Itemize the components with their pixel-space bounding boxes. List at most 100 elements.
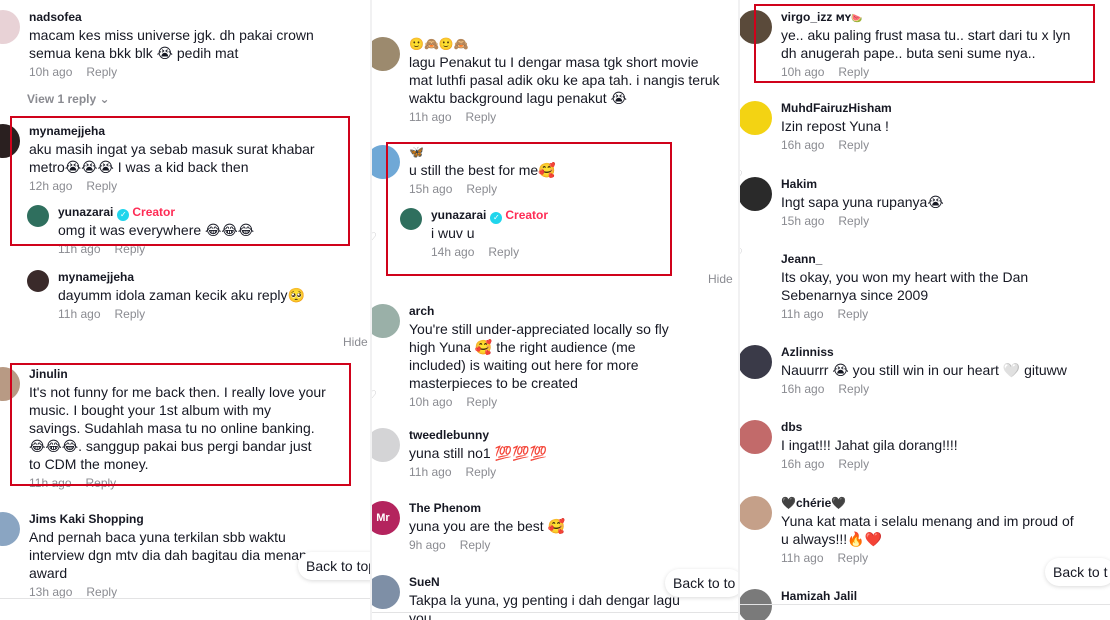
comment-username[interactable]: 🖤chérie🖤 [781,496,1078,512]
reply-button[interactable]: Reply [86,65,117,79]
avatar[interactable] [372,37,400,71]
like-icon[interactable]: ♡ [372,230,377,244]
divider [372,612,738,613]
reply-button[interactable]: Reply [466,110,497,124]
comment-item: 🙂🙈🙂🙈 lagu Penakut tu I dengar masa tgk s… [372,37,722,125]
comment-username[interactable]: tweedlebunny [409,428,696,444]
avatar[interactable] [372,428,400,462]
verified-badge-icon: ✓ [490,212,503,224]
comment-text: Ingt sapa yuna rupanya😭 [781,194,944,210]
reply-button[interactable]: Reply [115,307,146,321]
reply-username[interactable]: yunazarai [431,208,486,222]
comment-username[interactable]: nadsofea [29,10,326,26]
avatar[interactable] [740,177,772,211]
reply-username[interactable]: yunazarai [58,205,113,219]
avatar-initials: Mr [376,512,390,524]
comment-username[interactable]: 🦋 [409,145,696,161]
reply-button[interactable]: Reply [838,457,869,471]
hide-replies-button[interactable]: Hide [708,272,733,286]
avatar[interactable] [740,496,772,530]
avatar[interactable] [400,208,422,230]
avatar[interactable] [740,252,772,286]
avatar[interactable] [27,270,49,292]
reply-button[interactable]: Reply [466,395,497,409]
comment-time: 15h ago [409,182,453,196]
comment-item: Azlinniss Nauurrr 😭 you still win in our… [740,345,1078,397]
reply-button[interactable]: Reply [86,179,117,193]
comment-username[interactable]: The Phenom [409,501,696,517]
reply-button[interactable]: Reply [460,538,491,552]
comment-item: Mr The Phenom yuna you are the best 🥰 9h… [372,501,696,553]
avatar[interactable] [372,145,400,179]
reply-button[interactable]: Reply [466,182,497,196]
reply-text: i wuv u [431,225,475,241]
comment-item: 🦋 u still the best for me🥰 15h ago Reply [372,145,696,197]
reply-button[interactable]: Reply [838,551,869,565]
back-to-top-button[interactable]: Back to to [665,569,738,597]
avatar[interactable] [0,10,20,44]
comment-time: 11h ago [409,465,452,479]
comment-time: 11h ago [58,307,101,321]
comment-item: 🖤chérie🖤 Yuna kat mata i selalu menang a… [740,496,1078,566]
reply-username[interactable]: mynamejjeha [58,270,347,286]
reply-button[interactable]: Reply [488,245,519,259]
reply-button[interactable]: Reply [86,585,117,599]
reply-button[interactable]: Reply [86,476,117,490]
avatar[interactable]: Mr [372,501,400,535]
comment-username[interactable]: MuhdFairuzHisham [781,101,1078,117]
hide-replies-button[interactable]: Hide [343,335,368,349]
comment-username[interactable]: Hamizah Jalil [781,589,1078,605]
comment-time: 16h ago [781,457,825,471]
avatar[interactable] [0,367,20,401]
comment-username[interactable]: virgo_izz [781,10,832,24]
comment-text: Takpa la yuna, yg penting i dah dengar l… [409,592,680,620]
comment-text: lagu Penakut tu I dengar masa tgk short … [409,54,720,106]
comment-username[interactable]: Jeann_ [781,252,1078,268]
comment-item: mynamejjeha aku masih ingat ya sebab mas… [0,124,326,194]
comment-username[interactable]: arch [409,304,696,320]
comment-username[interactable]: Jinulin [29,367,326,383]
reply-button[interactable]: Reply [115,242,146,256]
back-to-top-button[interactable]: Back to top [298,552,370,580]
comment-item: arch You're still under-appreciated loca… [372,304,696,410]
comment-text: aku masih ingat ya sebab masuk surat kha… [29,141,315,175]
avatar[interactable] [27,205,49,227]
reply-button[interactable]: Reply [838,382,869,396]
avatar[interactable] [0,512,20,546]
divider [0,598,370,599]
avatar[interactable] [740,345,772,379]
avatar[interactable] [740,10,772,44]
comment-item: SueN Takpa la yuna, yg penting i dah den… [372,575,696,620]
back-to-top-button[interactable]: Back to t [1045,558,1110,586]
comment-item: MuhdFairuzHisham Izin repost Yuna ! 16h … [740,101,1078,153]
comment-username[interactable]: mynamejjeha [29,124,326,140]
comment-username[interactable]: Jims Kaki Shopping [29,512,336,528]
comment-time: 10h ago [29,65,73,79]
reply-button[interactable]: Reply [838,214,869,228]
comment-time: 12h ago [29,179,73,193]
comment-username[interactable]: dbs [781,420,1078,436]
comment-username[interactable]: Azlinniss [781,345,1078,361]
comment-time: 16h ago [781,382,825,396]
comment-time: 11h ago [781,551,824,565]
comment-item: Jims Kaki Shopping And pernah baca yuna … [0,512,336,600]
comment-username[interactable]: Hakim [781,177,1078,193]
avatar[interactable] [740,101,772,135]
view-replies-label: View 1 reply [27,92,97,106]
reply-button[interactable]: Reply [838,138,869,152]
avatar[interactable] [0,124,20,158]
avatar[interactable] [372,575,400,609]
reply-item: mynamejjeha dayumm idola zaman kecik aku… [27,270,347,322]
comment-time: 16h ago [781,138,825,152]
reply-button[interactable]: Reply [838,307,869,321]
comment-text: I ingat!!! Jahat gila dorang!!!! [781,437,958,453]
reply-text: omg it was everywhere 😂😂😂 [58,222,255,238]
avatar[interactable] [372,304,400,338]
comment-username[interactable]: SueN [409,575,696,591]
reply-button[interactable]: Reply [838,65,869,79]
comment-time: 9h ago [409,538,446,552]
view-replies-button[interactable]: View 1 reply ⌄ [27,92,110,106]
reply-button[interactable]: Reply [466,465,497,479]
comment-username[interactable]: 🙂🙈🙂🙈 [409,37,722,53]
avatar[interactable] [740,420,772,454]
